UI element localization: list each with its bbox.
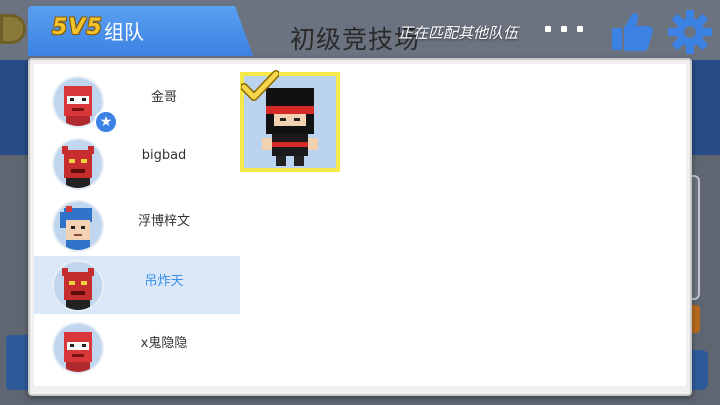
red-devil-avatar <box>52 138 104 190</box>
list-item-member[interactable]: x鬼隐隐 <box>34 318 240 376</box>
checkmark-icon <box>240 70 280 104</box>
list-item-member[interactable]: bigbad <box>34 134 240 192</box>
matching-status: 正在匹配其他队伍 <box>398 24 519 42</box>
member-list: ★ 金哥 bigbad 浮博梓文 吊炸天 x鬼隐隐 <box>34 66 240 378</box>
member-name: 吊炸天 <box>144 274 184 289</box>
loading-dot <box>545 26 551 32</box>
member-name: bigbad <box>141 148 187 163</box>
team-label: 组队 <box>104 20 144 44</box>
member-name: 金哥 <box>150 90 177 105</box>
mode-label: 5V5 <box>52 15 103 40</box>
list-item-member[interactable]: ★ 金哥 <box>34 72 240 134</box>
list-item-member[interactable]: 浮博梓文 <box>34 196 240 254</box>
loading-dots <box>545 26 583 32</box>
list-item-member-selected[interactable]: 吊炸天 <box>34 256 240 314</box>
thumbs-up-icon[interactable] <box>608 8 656 56</box>
gear-icon[interactable] <box>666 8 714 56</box>
red-block-avatar <box>52 322 104 374</box>
loading-dot <box>561 26 567 32</box>
star-icon: ★ <box>94 110 118 134</box>
loading-dot <box>577 26 583 32</box>
member-name: x鬼隐隐 <box>140 336 188 351</box>
blue-hair-avatar <box>52 200 104 252</box>
member-name: 浮博梓文 <box>137 214 190 229</box>
red-devil-avatar <box>52 260 104 312</box>
